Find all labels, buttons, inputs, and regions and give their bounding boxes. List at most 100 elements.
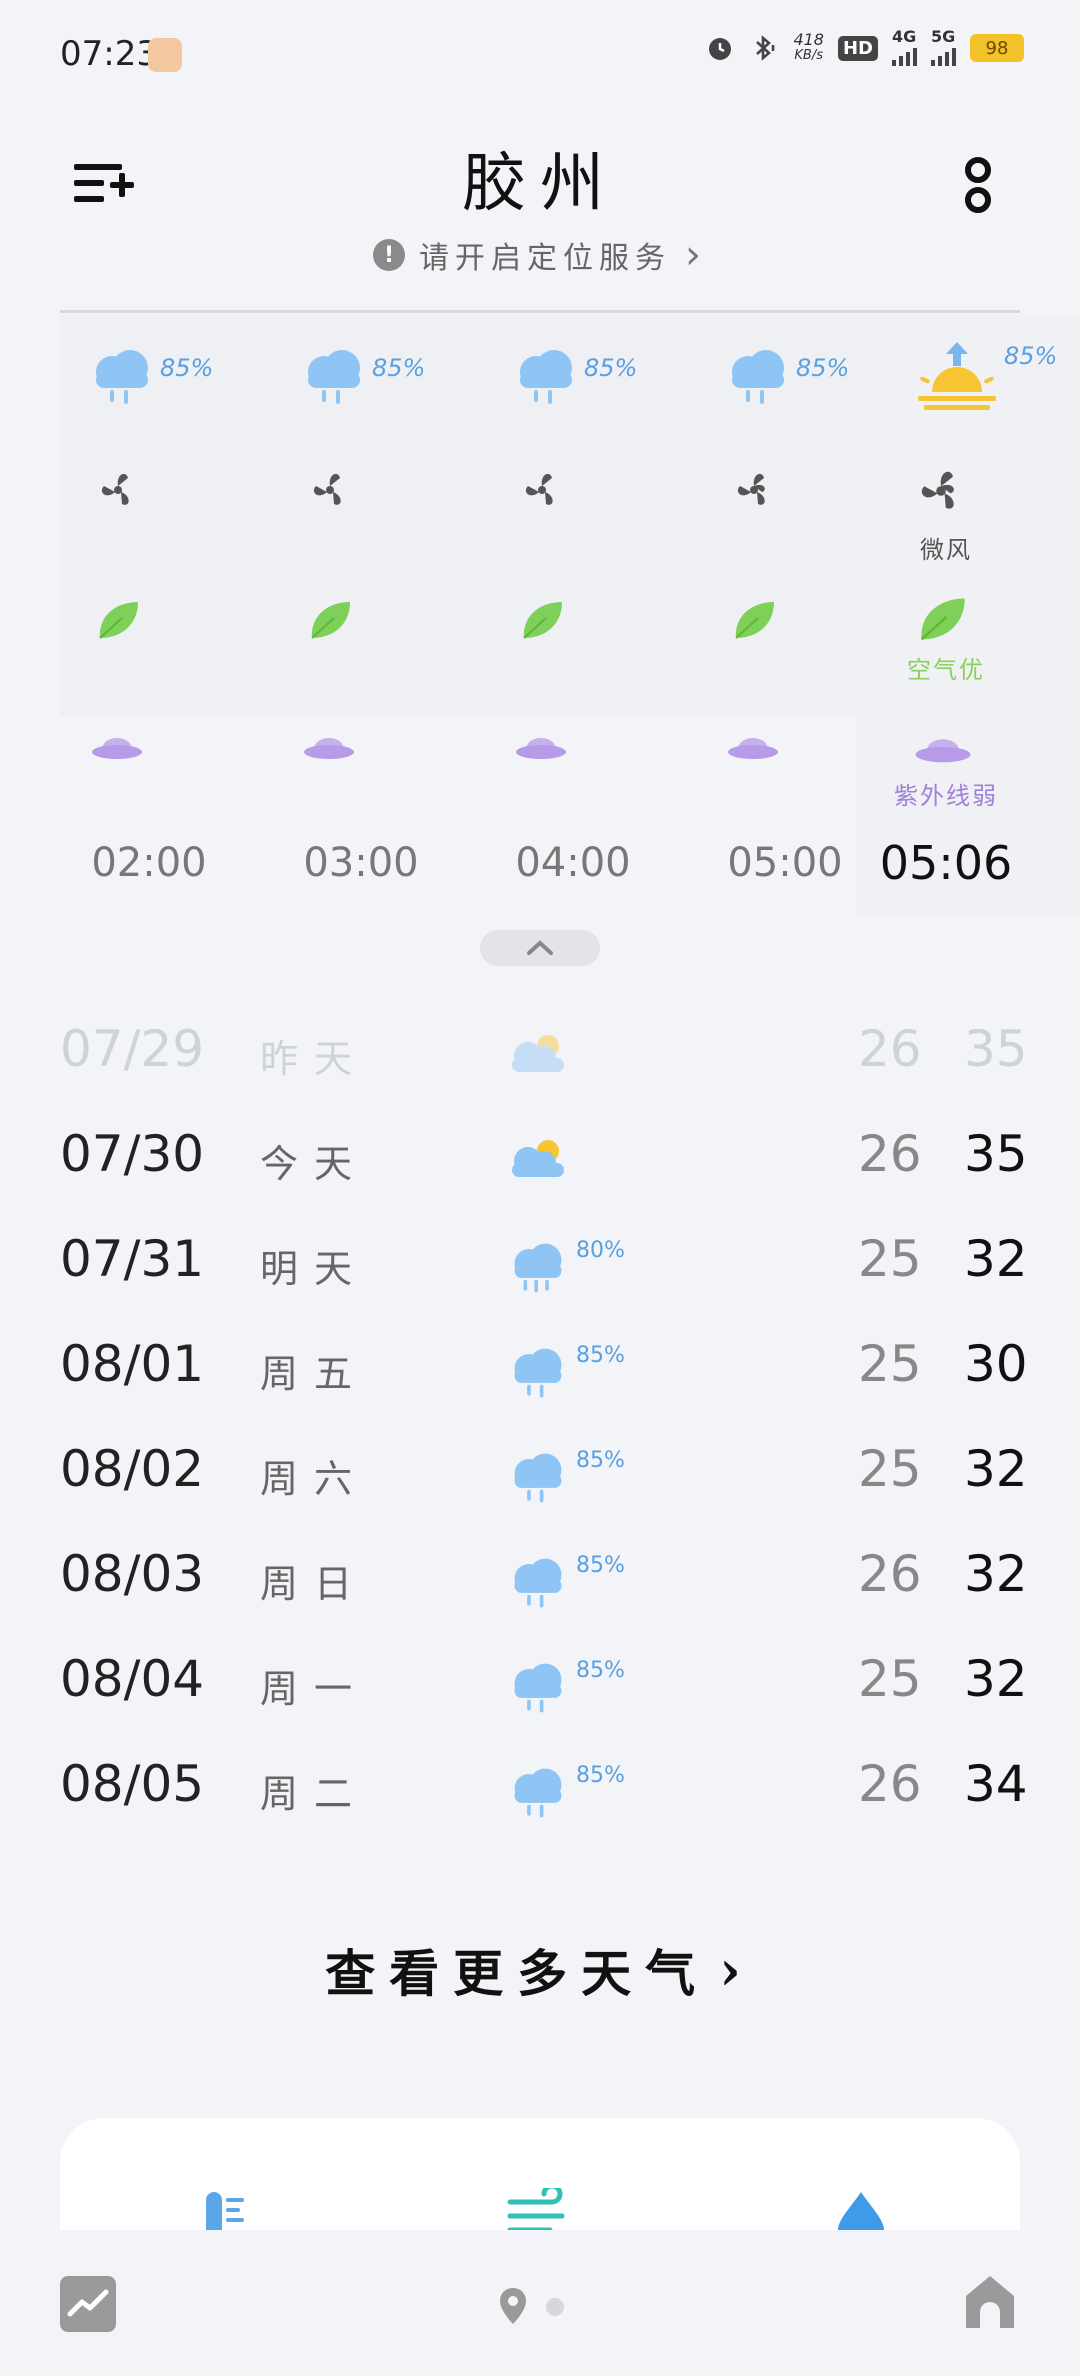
battery-icon: 98 [970, 34, 1024, 62]
daily-high-temp: 30 [964, 1335, 1028, 1393]
bluetooth-icon [749, 33, 779, 63]
daily-day: 周六 [260, 1457, 369, 1501]
daily-high-temp: 32 [964, 1650, 1028, 1708]
daily-row[interactable]: 08/01 周五 85% 25 30 [60, 1315, 1028, 1420]
daily-row[interactable]: 08/03 周日 85% 26 32 [60, 1525, 1028, 1630]
daily-low-temp: 26 [858, 1020, 922, 1078]
wind-fan-icon [525, 473, 553, 505]
daily-precip: 85% [576, 1763, 625, 1788]
hourly-column-current[interactable]: 85% 微风 空气优 紫外线弱 05:06 [856, 316, 1080, 916]
daily-low-temp: 25 [858, 1335, 922, 1393]
air-quality-leaf-icon [920, 598, 965, 641]
daily-date: 07/29 [60, 1020, 205, 1078]
signal-5g-icon: 5G [931, 27, 956, 66]
daily-row[interactable]: 08/02 周六 85% 25 32 [60, 1420, 1028, 1525]
hourly-precip: 85% [796, 354, 850, 382]
alarm-icon [705, 33, 735, 63]
daily-day: 周五 [260, 1352, 369, 1396]
network-speed: 418 KB/s [793, 32, 824, 64]
daily-date: 08/04 [60, 1650, 205, 1708]
hourly-precip: 85% [372, 354, 426, 382]
page-indicator-dot[interactable] [546, 2298, 564, 2316]
hourly-precip: 85% [1004, 342, 1058, 370]
daily-date: 08/02 [60, 1440, 205, 1498]
trend-chart-button[interactable] [60, 2276, 116, 2332]
daily-high-temp: 35 [964, 1125, 1028, 1183]
home-icon[interactable] [962, 2272, 1018, 2332]
hourly-column[interactable]: 85% 03:00 [272, 316, 484, 916]
rain-cloud-icon [732, 350, 784, 404]
partly-cloudy-icon [512, 1035, 564, 1072]
hourly-time: 05:00 [727, 840, 843, 886]
city-title: 胶州 [462, 147, 618, 221]
chevron-up-icon [527, 940, 553, 955]
daily-precip: 85% [576, 1448, 625, 1473]
daily-high-temp: 35 [964, 1020, 1028, 1078]
wind-fan-icon [737, 473, 765, 505]
collapse-hourly-button[interactable] [480, 930, 600, 966]
header-divider [60, 310, 1020, 313]
daily-low-temp: 26 [858, 1755, 922, 1813]
hourly-column[interactable]: 85% 02:00 [60, 316, 272, 916]
hourly-column[interactable]: 85% 04:00 [484, 316, 696, 916]
daily-day: 今天 [260, 1142, 369, 1186]
uv-hat-icon [915, 739, 971, 763]
signal-4g-icon: 4G [892, 27, 917, 66]
daily-row[interactable]: 08/04 周一 85% 25 32 [60, 1630, 1028, 1735]
uv-hat-icon [516, 738, 566, 759]
bottom-bar [0, 2230, 1080, 2376]
rain-icon [514, 1453, 562, 1503]
hourly-time: 02:00 [91, 840, 207, 886]
network-4g-label: 4G [892, 27, 917, 46]
daily-row[interactable]: 07/30 今天 26 35 [60, 1105, 1028, 1210]
status-time: 07:23 [60, 34, 158, 74]
wind-label: 微风 [920, 536, 972, 564]
daily-low-temp: 26 [858, 1125, 922, 1183]
daily-date: 07/31 [60, 1230, 205, 1288]
battery-level: 98 [985, 37, 1009, 59]
hourly-precip: 85% [584, 354, 638, 382]
daily-precip: 85% [576, 1658, 625, 1683]
partly-cloudy-icon [512, 1140, 564, 1177]
network-speed-value: 418 [793, 30, 824, 49]
daily-high-temp: 32 [964, 1545, 1028, 1603]
daily-low-temp: 25 [858, 1650, 922, 1708]
hourly-forecast[interactable]: 85% 02:00 85% 03:00 85% 04:00 85% 05:00 [60, 316, 1080, 916]
daily-precip: 80% [576, 1238, 625, 1263]
hd-icon: HD [837, 35, 878, 61]
daily-precip: 85% [576, 1553, 625, 1578]
hourly-precip: 85% [160, 354, 214, 382]
rain-icon [514, 1243, 562, 1293]
chevron-right-icon: › [685, 232, 707, 278]
rain-icon [514, 1348, 562, 1398]
location-pin-icon[interactable] [498, 2286, 528, 2326]
notification-app-icon [148, 38, 182, 72]
daily-low-temp: 25 [858, 1230, 922, 1288]
more-weather-label: 查看更多天气 [325, 1944, 710, 2003]
rain-icon [514, 1663, 562, 1713]
daily-low-temp: 25 [858, 1440, 922, 1498]
more-weather-link[interactable]: 查看更多天气 › [0, 1934, 1080, 2006]
trend-line-icon [67, 2289, 109, 2317]
location-tip-text: 请开启定位服务 [419, 241, 671, 276]
status-bar: 07:23 418 KB/s HD 4G 5G 98 [0, 0, 1080, 110]
uv-hat-icon [728, 738, 778, 759]
air-quality-label: 空气优 [907, 656, 985, 684]
daily-row[interactable]: 07/29 昨天 26 35 [60, 1000, 1028, 1105]
more-options-button[interactable] [960, 154, 996, 218]
air-quality-leaf-icon [311, 602, 350, 639]
wind-fan-icon [101, 473, 129, 505]
daily-high-temp: 32 [964, 1230, 1028, 1288]
sunrise-icon [918, 342, 996, 410]
daily-row[interactable]: 08/05 周二 85% 26 34 [60, 1735, 1028, 1840]
rain-cloud-icon [96, 350, 148, 404]
daily-precip: 85% [576, 1343, 625, 1368]
daily-row[interactable]: 07/31 明天 80% 25 32 [60, 1210, 1028, 1315]
daily-date: 08/05 [60, 1755, 205, 1813]
network-speed-unit: KB/s [794, 48, 824, 63]
rain-cloud-icon [520, 350, 572, 404]
network-5g-label: 5G [931, 27, 956, 46]
location-service-tip[interactable]: ! 请开启定位服务 › [0, 232, 1080, 278]
daily-forecast-list: 07/29 昨天 26 35 07/30 今天 26 35 07/31 明天 8… [60, 1000, 1028, 1840]
daily-high-temp: 32 [964, 1440, 1028, 1498]
